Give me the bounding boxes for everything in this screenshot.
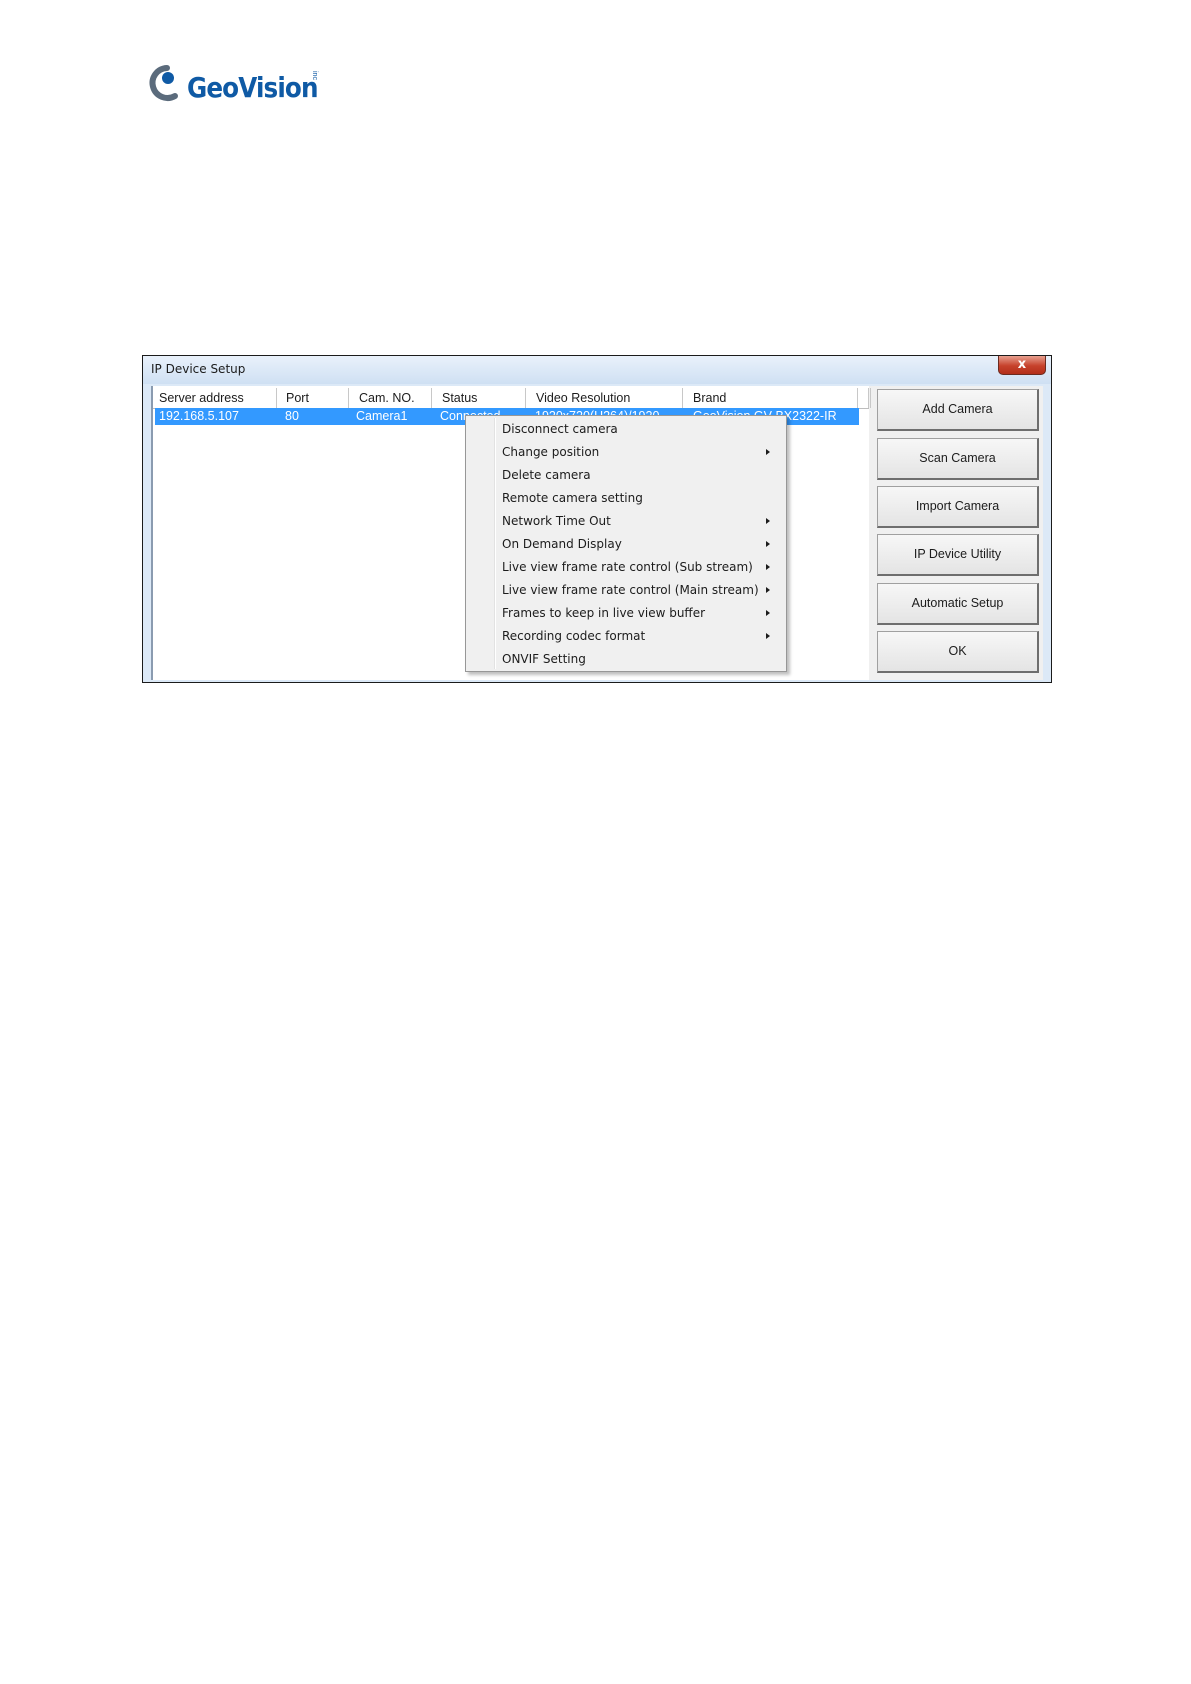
menu-item-label: Network Time Out [502,514,611,528]
submenu-arrow-icon [766,564,770,570]
menu-item-recording-codec-format[interactable]: Recording codec format [468,625,784,647]
menu-item-label: Disconnect camera [502,422,618,436]
submenu-arrow-icon [766,541,770,547]
column-server-address[interactable]: Server address [153,388,277,408]
column-video-resolution[interactable]: Video Resolution [526,388,683,408]
column-cam-no[interactable]: Cam. NO. [349,388,432,408]
submenu-arrow-icon [766,633,770,639]
cell-server-address: 192.168.5.107 [159,409,239,423]
close-button[interactable]: x [998,356,1046,375]
menu-item-label: Recording codec format [502,629,646,643]
column-status[interactable]: Status [432,388,526,408]
menu-item-label: Remote camera setting [502,491,643,505]
menu-item-live-view-sub-stream[interactable]: Live view frame rate control (Sub stream… [468,556,784,578]
ok-button[interactable]: OK [877,631,1039,673]
submenu-arrow-icon [766,449,770,455]
ip-device-utility-button[interactable]: IP Device Utility [877,534,1039,576]
menu-item-label: Live view frame rate control (Main strea… [502,583,759,597]
geovision-logo: GeoVision inc [145,62,325,110]
menu-item-label: ONVIF Setting [502,652,586,666]
column-filler [857,388,869,408]
import-camera-button[interactable]: Import Camera [877,486,1039,528]
camera-list-header: Server address Port Cam. NO. Status Vide… [153,388,871,409]
submenu-arrow-icon [766,610,770,616]
submenu-arrow-icon [766,587,770,593]
menu-item-label: Delete camera [502,468,591,482]
close-icon: x [1017,357,1027,372]
window-titlebar[interactable]: IP Device Setup x [143,356,1051,384]
automatic-setup-button[interactable]: Automatic Setup [877,583,1039,625]
menu-item-label: Live view frame rate control (Sub stream… [502,560,753,574]
logo-suffix: inc [311,71,318,80]
geovision-logo-icon [149,65,178,101]
menu-item-change-position[interactable]: Change position [468,441,784,463]
menu-item-onvif-setting[interactable]: ONVIF Setting [468,648,784,670]
menu-item-live-view-main-stream[interactable]: Live view frame rate control (Main strea… [468,579,784,601]
menu-item-label: Frames to keep in live view buffer [502,606,706,620]
cell-port: 80 [285,409,299,423]
menu-item-remote-camera-setting[interactable]: Remote camera setting [468,487,784,509]
scan-camera-button[interactable]: Scan Camera [877,438,1039,480]
cell-cam-no: Camera1 [356,409,408,423]
column-port[interactable]: Port [277,388,349,408]
camera-context-menu: Disconnect camera Change position Delete… [465,415,787,672]
menu-item-label: On Demand Display [502,537,622,551]
logo-wordmark: GeoVision [187,71,318,104]
column-brand[interactable]: Brand [683,388,871,408]
menu-item-disconnect-camera[interactable]: Disconnect camera [468,418,784,440]
menu-item-network-time-out[interactable]: Network Time Out [468,510,784,532]
menu-item-on-demand-display[interactable]: On Demand Display [468,533,784,555]
menu-item-frames-to-keep[interactable]: Frames to keep in live view buffer [468,602,784,624]
menu-item-delete-camera[interactable]: Delete camera [468,464,784,486]
menu-item-label: Change position [502,445,600,459]
window-title: IP Device Setup [151,362,246,376]
submenu-arrow-icon [766,518,770,524]
add-camera-button[interactable]: Add Camera [877,389,1039,431]
